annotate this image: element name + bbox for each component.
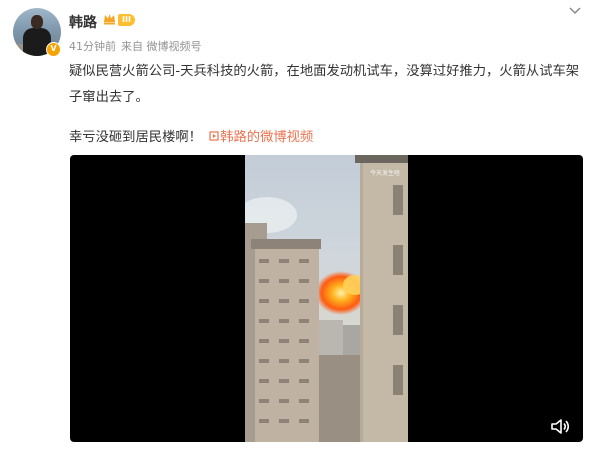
verified-icon: V bbox=[46, 42, 61, 57]
weibo-post: V 韩路 III 41分钟前 来自 微博视频号 疑似民营火箭公司-天兵科技的火箭，… bbox=[0, 0, 598, 455]
user-name[interactable]: 韩路 bbox=[69, 12, 97, 32]
post-source: 来自 微博视频号 bbox=[121, 40, 202, 53]
video-link-icon bbox=[209, 131, 219, 141]
post-text: 疑似民营火箭公司-天兵科技的火箭，在地面发动机试车，没算过好推力，火箭从试车架子… bbox=[69, 64, 580, 105]
video-player[interactable]: 今天发生啥 bbox=[70, 155, 583, 442]
post-time[interactable]: 41分钟前 bbox=[69, 40, 116, 53]
video-link-label: 韩路的微博视频 bbox=[220, 130, 314, 145]
post-text-exclaim: 幸亏没砸到居民楼啊！ bbox=[69, 130, 202, 145]
video-watermark: 今天发生啥 bbox=[370, 170, 401, 177]
video-link[interactable]: 韩路的微博视频 bbox=[206, 130, 313, 145]
video-frame bbox=[245, 155, 408, 442]
chevron-down-icon[interactable] bbox=[568, 5, 582, 17]
sound-icon[interactable] bbox=[550, 418, 570, 435]
crown-icon bbox=[104, 14, 115, 25]
level-badge: III bbox=[118, 14, 135, 26]
post-text-line2: 幸亏没砸到居民楼啊！ 韩路的微博视频 bbox=[69, 127, 313, 149]
post-meta: 41分钟前 来自 微博视频号 bbox=[69, 38, 207, 54]
